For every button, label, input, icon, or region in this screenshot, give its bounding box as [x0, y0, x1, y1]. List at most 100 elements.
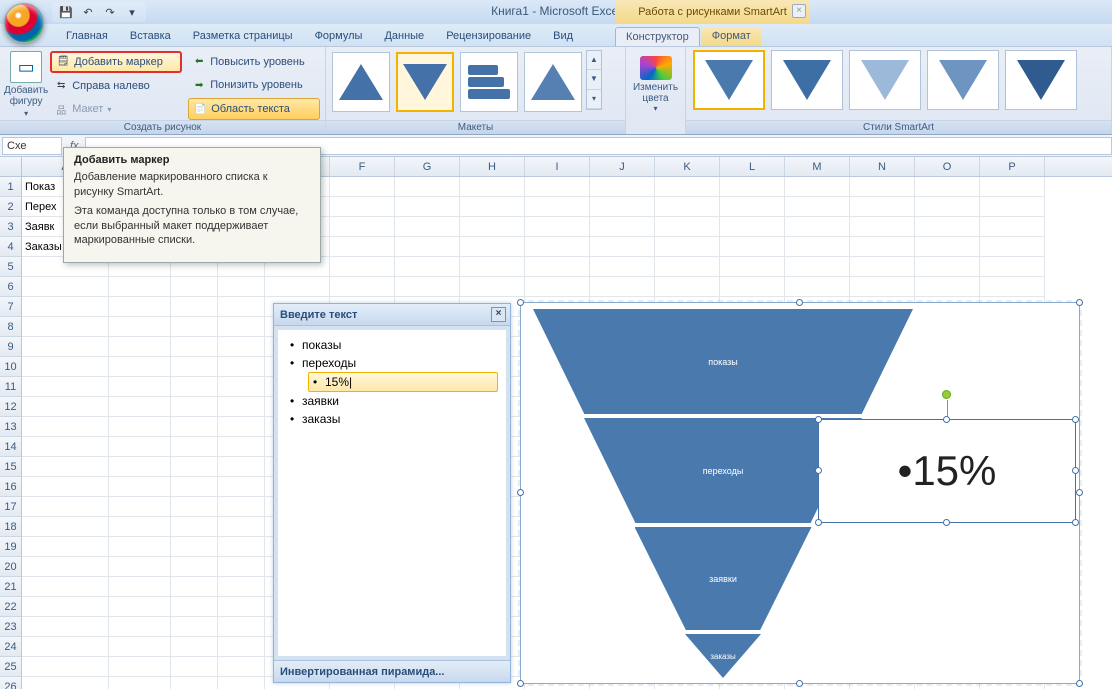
row-header[interactable]: 24: [0, 637, 22, 657]
cell[interactable]: [22, 617, 109, 637]
layout-option-4[interactable]: [524, 52, 582, 112]
cell[interactable]: [655, 197, 720, 217]
change-colors-button[interactable]: Изменить цвета ▾: [626, 47, 686, 134]
cell[interactable]: [460, 277, 525, 297]
smartart-text-pane[interactable]: Введите текст × показыпереходы15%|заявки…: [273, 303, 511, 683]
scroll-down-icon[interactable]: ▼: [587, 70, 601, 89]
cell[interactable]: [980, 257, 1045, 277]
tab-home[interactable]: Главная: [56, 27, 118, 46]
cell[interactable]: [22, 517, 109, 537]
cell[interactable]: [218, 577, 265, 597]
promote-button[interactable]: ⬅ Повысить уровень: [188, 51, 320, 73]
column-header[interactable]: K: [655, 157, 720, 176]
cell[interactable]: [590, 277, 655, 297]
cell[interactable]: [460, 217, 525, 237]
cell[interactable]: [720, 177, 785, 197]
cell[interactable]: [109, 477, 171, 497]
column-header[interactable]: H: [460, 157, 525, 176]
cell[interactable]: [218, 597, 265, 617]
cell[interactable]: [109, 317, 171, 337]
cell[interactable]: [109, 297, 171, 317]
cell[interactable]: [218, 317, 265, 337]
row-header[interactable]: 1: [0, 177, 22, 197]
row-header[interactable]: 5: [0, 257, 22, 277]
text-pane-body[interactable]: показыпереходы15%|заявкизаказы: [274, 326, 510, 660]
cell[interactable]: [980, 197, 1045, 217]
column-header[interactable]: O: [915, 157, 980, 176]
undo-icon[interactable]: ↶: [80, 4, 96, 20]
cell[interactable]: [171, 497, 218, 517]
resize-handle[interactable]: [1076, 680, 1083, 687]
row-header[interactable]: 4: [0, 237, 22, 257]
cell[interactable]: [395, 237, 460, 257]
cell[interactable]: [850, 257, 915, 277]
row-header[interactable]: 14: [0, 437, 22, 457]
cell[interactable]: [525, 177, 590, 197]
office-button[interactable]: [4, 3, 44, 43]
cell[interactable]: [109, 537, 171, 557]
cell[interactable]: [109, 357, 171, 377]
text-pane-item[interactable]: заказы: [286, 410, 498, 428]
cell[interactable]: [655, 217, 720, 237]
cell[interactable]: [171, 557, 218, 577]
resize-handle[interactable]: [517, 680, 524, 687]
column-header[interactable]: I: [525, 157, 590, 176]
demote-button[interactable]: ➡ Понизить уровень: [188, 75, 320, 97]
smartart-callout[interactable]: •15%: [818, 419, 1076, 523]
cell[interactable]: [218, 537, 265, 557]
tab-design[interactable]: Конструктор: [615, 27, 700, 47]
cell[interactable]: [218, 637, 265, 657]
cell[interactable]: [218, 277, 265, 297]
cell[interactable]: [720, 217, 785, 237]
cell[interactable]: [395, 197, 460, 217]
row-header[interactable]: 2: [0, 197, 22, 217]
cell[interactable]: [109, 337, 171, 357]
resize-handle[interactable]: [1072, 416, 1079, 423]
cell[interactable]: [525, 217, 590, 237]
cell[interactable]: [525, 257, 590, 277]
cell[interactable]: [460, 197, 525, 217]
cell[interactable]: [109, 397, 171, 417]
resize-handle[interactable]: [1076, 299, 1083, 306]
text-pane-header[interactable]: Введите текст ×: [274, 304, 510, 326]
rtl-button[interactable]: ⇆ Справа налево: [50, 75, 182, 97]
resize-handle[interactable]: [943, 416, 950, 423]
cell[interactable]: [980, 217, 1045, 237]
row-header[interactable]: 16: [0, 477, 22, 497]
tab-view[interactable]: Вид: [543, 27, 583, 46]
cell[interactable]: [109, 377, 171, 397]
cell[interactable]: [22, 297, 109, 317]
style-option-5[interactable]: [1005, 50, 1077, 110]
cell[interactable]: [109, 417, 171, 437]
cell[interactable]: [218, 437, 265, 457]
layouts-gallery[interactable]: [330, 50, 584, 114]
cell[interactable]: [171, 397, 218, 417]
cell[interactable]: [218, 677, 265, 689]
row-header[interactable]: 15: [0, 457, 22, 477]
layout-option-3[interactable]: [460, 52, 518, 112]
cell[interactable]: [171, 577, 218, 597]
cell[interactable]: [980, 277, 1045, 297]
tab-format[interactable]: Формат: [702, 27, 761, 46]
cell[interactable]: [109, 557, 171, 577]
save-icon[interactable]: 💾: [58, 4, 74, 20]
cell[interactable]: [265, 277, 330, 297]
cell[interactable]: [785, 257, 850, 277]
row-header[interactable]: 22: [0, 597, 22, 617]
cell[interactable]: [109, 277, 171, 297]
resize-handle[interactable]: [943, 519, 950, 526]
cell[interactable]: [218, 517, 265, 537]
resize-handle[interactable]: [815, 467, 822, 474]
scroll-up-icon[interactable]: ▲: [587, 51, 601, 70]
row-header[interactable]: 3: [0, 217, 22, 237]
cell[interactable]: [22, 437, 109, 457]
row-header[interactable]: 7: [0, 297, 22, 317]
cell[interactable]: [395, 257, 460, 277]
cell[interactable]: [915, 257, 980, 277]
cell[interactable]: [22, 637, 109, 657]
cell[interactable]: [171, 337, 218, 357]
qat-dropdown-icon[interactable]: ▾: [124, 4, 140, 20]
cell[interactable]: [850, 197, 915, 217]
row-header[interactable]: 25: [0, 657, 22, 677]
layouts-scroll[interactable]: ▲ ▼ ▾: [586, 50, 602, 110]
